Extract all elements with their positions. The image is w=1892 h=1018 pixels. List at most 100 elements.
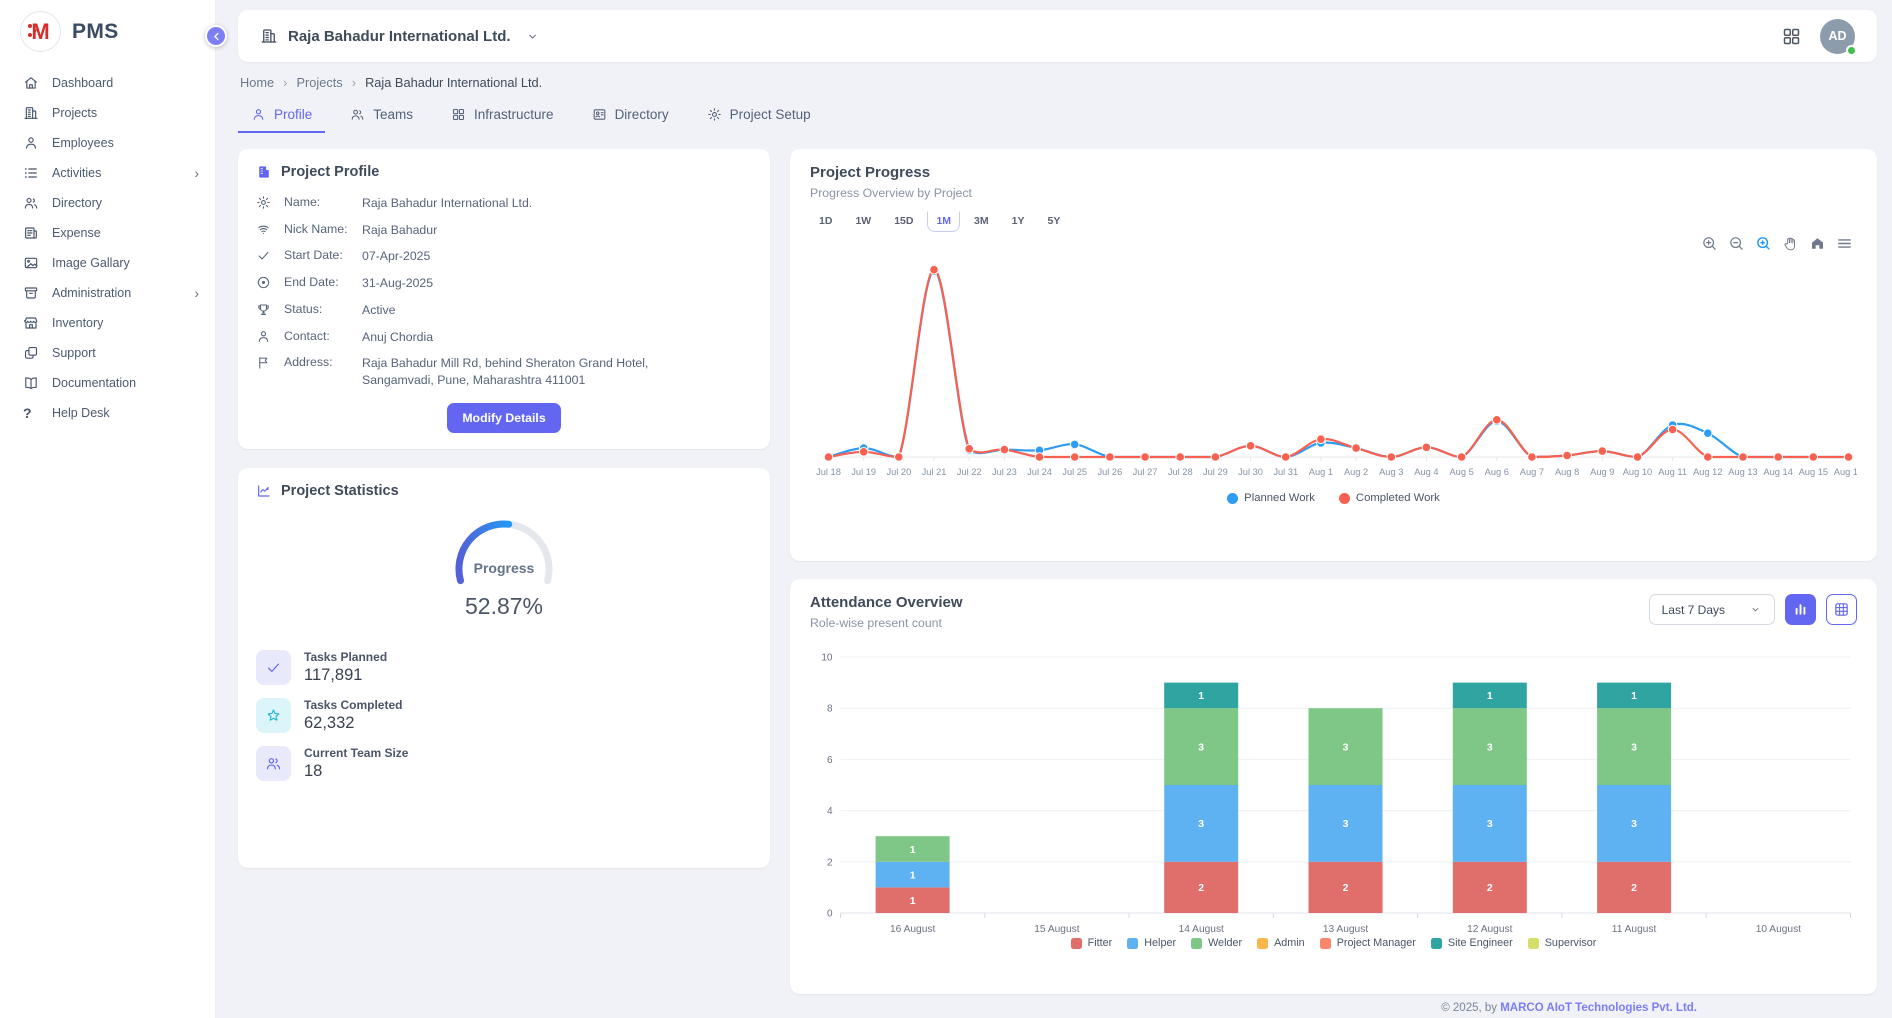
field-value: Raja Bahadur International Ltd. [362, 195, 752, 212]
sidebar-item-administration[interactable]: Administration › [0, 278, 215, 308]
range-button-3m[interactable]: 3M [965, 211, 998, 232]
legend-swatch-icon [1071, 938, 1082, 949]
chart-line-icon [256, 483, 272, 499]
legend-swatch-icon [1528, 938, 1539, 949]
company-selector[interactable]: Raja Bahadur International Ltd. [260, 27, 540, 45]
stat-item-tasks-completed: Tasks Completed 62,332 [256, 698, 752, 733]
svg-text:2: 2 [1487, 882, 1493, 894]
svg-text:2: 2 [1631, 882, 1637, 894]
company-name: Raja Bahadur International Ltd. [288, 28, 511, 45]
svg-text:Aug 6: Aug 6 [1485, 467, 1509, 477]
pan-icon[interactable] [1782, 235, 1799, 252]
svg-text:8: 8 [827, 704, 833, 715]
zoom-out-icon[interactable] [1728, 235, 1745, 252]
svg-text:2: 2 [1198, 882, 1204, 894]
apps-grid-icon[interactable] [1781, 26, 1802, 47]
svg-text:Jul 26: Jul 26 [1097, 467, 1122, 477]
svg-text:Jul 29: Jul 29 [1203, 467, 1228, 477]
svg-text:Jul 31: Jul 31 [1273, 467, 1298, 477]
stat-items: Tasks Planned 117,891 Tasks Completed 62… [256, 650, 752, 781]
chevron-down-icon [525, 29, 540, 44]
user-avatar[interactable]: AD [1820, 19, 1855, 54]
tab-project-setup[interactable]: Project Setup [694, 99, 824, 133]
svg-text:Aug 2: Aug 2 [1344, 467, 1368, 477]
reset-home-icon[interactable] [1809, 235, 1826, 252]
svg-text:Aug 9: Aug 9 [1590, 467, 1614, 477]
sidebar-item-image-gallary[interactable]: Image Gallary [0, 248, 215, 278]
profile-field-status: Status: Active [256, 302, 752, 319]
chart-view-button[interactable] [1785, 594, 1816, 625]
profile-card-title: Project Profile [281, 164, 379, 180]
line-chart-legend: Planned Work Completed Work [810, 492, 1857, 504]
sidebar-item-projects[interactable]: Projects [0, 98, 215, 128]
legend-item-welder[interactable]: Welder [1191, 937, 1242, 949]
range-button-1w[interactable]: 1W [846, 211, 880, 232]
legend-item-fitter[interactable]: Fitter [1071, 937, 1113, 949]
range-button-1y[interactable]: 1Y [1003, 211, 1034, 232]
sidebar-item-documentation[interactable]: Documentation [0, 368, 215, 398]
footer-company-link[interactable]: MARCO AIoT Technologies Pvt. Ltd. [1500, 1002, 1697, 1014]
svg-text:16 August: 16 August [890, 924, 935, 935]
profile-field-name: Name: Raja Bahadur International Ltd. [256, 195, 752, 212]
svg-text:15 August: 15 August [1034, 924, 1079, 935]
tab-profile[interactable]: Profile [238, 99, 325, 133]
bar-chart-icon [1792, 601, 1809, 618]
online-status-dot [1846, 45, 1857, 56]
field-label: Contact: [284, 329, 362, 343]
sidebar-item-expense[interactable]: Expense [0, 218, 215, 248]
legend-item-supervisor[interactable]: Supervisor [1528, 937, 1597, 949]
svg-text:1: 1 [1487, 690, 1493, 702]
range-button-1m[interactable]: 1M [927, 211, 960, 232]
people-icon [350, 107, 365, 122]
sidebar-item-employees[interactable]: Employees [0, 128, 215, 158]
range-button-15d[interactable]: 15D [885, 211, 922, 232]
legend-item-completed-work[interactable]: Completed Work [1339, 492, 1440, 504]
svg-text:10 August: 10 August [1756, 924, 1801, 935]
svg-text:3: 3 [1198, 818, 1204, 830]
sidebar-item-label: Support [52, 346, 96, 360]
sidebar-item-directory[interactable]: Directory [0, 188, 215, 218]
breadcrumb-item-home[interactable]: Home [240, 75, 274, 90]
gear-icon [707, 107, 722, 122]
breadcrumb-item-projects[interactable]: Projects [296, 75, 342, 90]
svg-text:Jul 25: Jul 25 [1062, 467, 1087, 477]
sidebar-item-support[interactable]: Support [0, 338, 215, 368]
menu-icon[interactable] [1836, 235, 1853, 252]
sidebar-collapse-button[interactable] [205, 25, 227, 47]
range-button-5y[interactable]: 5Y [1038, 211, 1069, 232]
legend-item-site-engineer[interactable]: Site Engineer [1431, 937, 1513, 949]
book-icon [23, 375, 39, 391]
profile-field-contact: Contact: Anuj Chordia [256, 329, 752, 346]
tab-infrastructure[interactable]: Infrastructure [438, 99, 567, 133]
avatar-initials: AD [1828, 29, 1846, 43]
legend-item-planned-work[interactable]: Planned Work [1227, 492, 1315, 504]
legend-swatch-icon [1127, 938, 1138, 949]
sidebar-item-inventory[interactable]: Inventory [0, 308, 215, 338]
sidebar-item-label: Directory [52, 196, 102, 210]
breadcrumb-separator: › [283, 75, 287, 90]
selection-zoom-icon[interactable] [1755, 235, 1772, 252]
contact-card-icon [592, 107, 607, 122]
zoom-in-icon[interactable] [1701, 235, 1718, 252]
modify-details-button[interactable]: Modify Details [447, 403, 560, 433]
sidebar-item-label: Inventory [52, 316, 103, 330]
legend-item-project-manager[interactable]: Project Manager [1320, 937, 1416, 949]
sidebar-item-label: Help Desk [52, 406, 110, 420]
gear-icon [256, 195, 271, 210]
svg-text:Aug 1: Aug 1 [1309, 467, 1333, 477]
range-button-1d[interactable]: 1D [810, 211, 841, 232]
legend-item-admin[interactable]: Admin [1257, 937, 1305, 949]
svg-text:3: 3 [1198, 741, 1204, 753]
table-view-button[interactable] [1826, 594, 1857, 625]
sidebar-item-label: Projects [52, 106, 97, 120]
tab-teams[interactable]: Teams [337, 99, 426, 133]
date-range-select[interactable]: Last 7 Days [1649, 594, 1775, 625]
field-label: Status: [284, 302, 362, 316]
svg-text:Aug 14: Aug 14 [1763, 467, 1792, 477]
legend-item-helper[interactable]: Helper [1127, 937, 1176, 949]
project-progress-card: Project Progress Progress Overview by Pr… [790, 149, 1877, 561]
sidebar-item-dashboard[interactable]: Dashboard [0, 68, 215, 98]
sidebar-item-help-desk[interactable]: ? Help Desk [0, 398, 215, 428]
sidebar-item-activities[interactable]: Activities › [0, 158, 215, 188]
tab-directory[interactable]: Directory [579, 99, 682, 133]
